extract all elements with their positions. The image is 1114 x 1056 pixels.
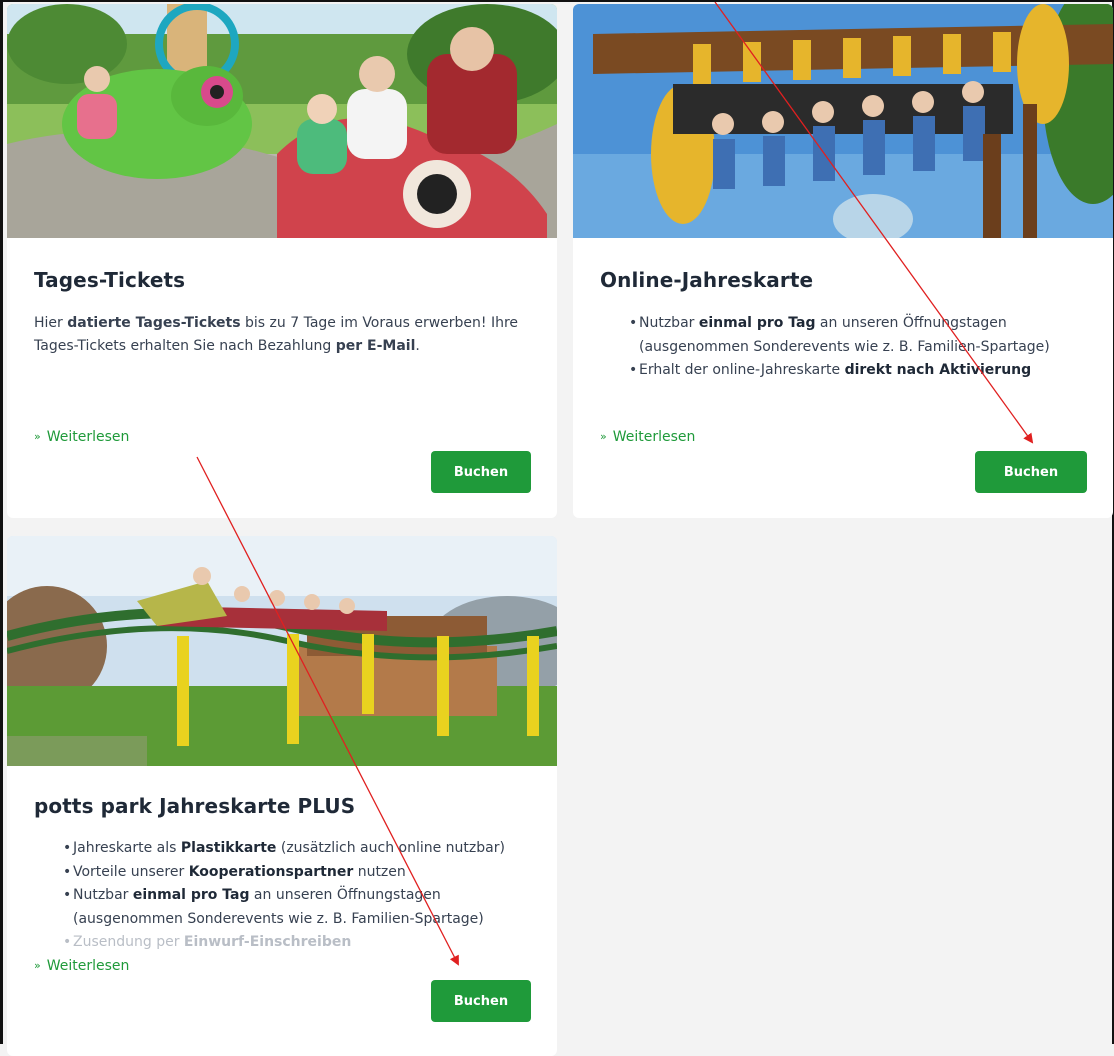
read-more-link[interactable]: » Weiterlesen: [34, 429, 129, 445]
double-chevron-down-icon: »: [34, 959, 41, 972]
read-more-link[interactable]: » Weiterlesen: [34, 958, 129, 974]
feature-list: Jahreskarte als Plastikkarte (zusätzlich…: [63, 837, 547, 955]
feature-item: Nutzbar einmal pro Tag an unseren Öffnun…: [629, 312, 1103, 359]
feature-item: Vorteile unserer Kooperationspartner nut…: [63, 861, 547, 885]
double-chevron-down-icon: »: [34, 430, 41, 443]
feature-item: Erhalt der online-Jahreskarte direkt nac…: [629, 359, 1103, 383]
ticket-image-family-ride: [7, 4, 557, 238]
card-title: potts park Jahreskarte PLUS: [34, 794, 356, 818]
feature-item: Jahreskarte als Plastikkarte (zusätzlich…: [63, 837, 547, 861]
book-button[interactable]: Buchen: [431, 980, 531, 1022]
ticket-image-swing-ride: [573, 4, 1113, 238]
ticket-image-rollercoaster: [7, 536, 557, 766]
ticket-card-online-jahreskarte: Online-Jahreskarte Nutzbar einmal pro Ta…: [573, 4, 1113, 518]
feature-item: Zusendung per Einwurf-Einschreiben: [63, 931, 547, 955]
read-more-link[interactable]: » Weiterlesen: [600, 429, 695, 445]
ticket-card-jahreskarte-plus: potts park Jahreskarte PLUS Jahreskarte …: [7, 536, 557, 1056]
feature-list: Nutzbar einmal pro Tag an unseren Öffnun…: [629, 312, 1103, 383]
card-description: Hier datierte Tages-Tickets bis zu 7 Tag…: [34, 315, 519, 354]
book-button[interactable]: Buchen: [431, 451, 531, 493]
card-title: Online-Jahreskarte: [600, 268, 814, 292]
double-chevron-down-icon: »: [600, 430, 607, 443]
card-title: Tages-Tickets: [34, 268, 186, 292]
ticket-card-tages-tickets: Tages-Tickets Hier datierte Tages-Ticket…: [7, 4, 557, 518]
feature-item: Nutzbar einmal pro Tag an unseren Öffnun…: [63, 884, 547, 931]
book-button[interactable]: Buchen: [975, 451, 1087, 493]
